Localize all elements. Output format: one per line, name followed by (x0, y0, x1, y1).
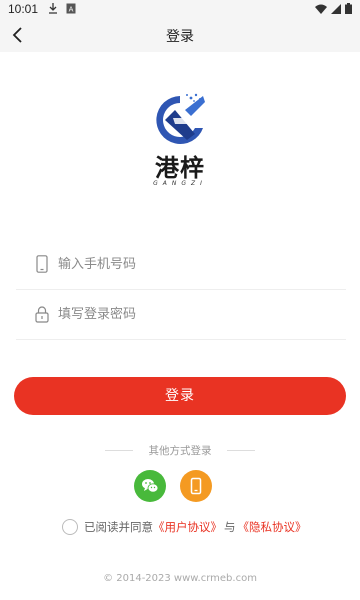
privacy-policy-link[interactable]: 《隐私协议》 (238, 520, 307, 534)
phone-login-icon (190, 477, 202, 495)
phone-field (16, 240, 346, 290)
svg-text:A: A (69, 6, 74, 14)
wechat-icon (142, 479, 159, 493)
nav-bar: 登录 (0, 18, 360, 52)
brand-logo: 港梓 GANGZI (145, 90, 215, 190)
copyright-footer: © 2014-2023 www.crmeb.com (103, 573, 257, 584)
download-icon (48, 3, 58, 17)
lock-icon (34, 305, 50, 323)
agreement-and: 与 (224, 520, 236, 534)
agreement-checkbox[interactable] (62, 519, 78, 535)
a-box-icon: A (66, 3, 76, 17)
brand-name: 港梓 (155, 153, 205, 182)
logo-mark-icon (156, 93, 205, 144)
divider-line (227, 450, 255, 451)
brand-subtitle: GANGZI (153, 180, 207, 187)
wechat-login-button[interactable] (134, 470, 166, 502)
page-title: 登录 (166, 29, 194, 45)
mobile-phone-icon (34, 255, 50, 273)
user-agreement-link[interactable]: 《用户协议》 (153, 520, 222, 534)
status-time: 10:01 (8, 2, 39, 16)
signal-icon (331, 3, 341, 17)
bottom-bar (0, 592, 360, 600)
status-bar: 10:01 A (0, 0, 360, 18)
phone-input[interactable] (58, 252, 328, 276)
wifi-icon (315, 3, 327, 17)
login-button[interactable]: 登录 (14, 377, 346, 415)
password-field (16, 290, 346, 340)
other-login-divider: 其他方式登录 (105, 444, 255, 457)
agreement-prefix: 已阅读并同意 (84, 520, 153, 534)
phone-login-button[interactable] (180, 470, 212, 502)
battery-icon (345, 3, 352, 17)
password-input[interactable] (58, 302, 328, 326)
